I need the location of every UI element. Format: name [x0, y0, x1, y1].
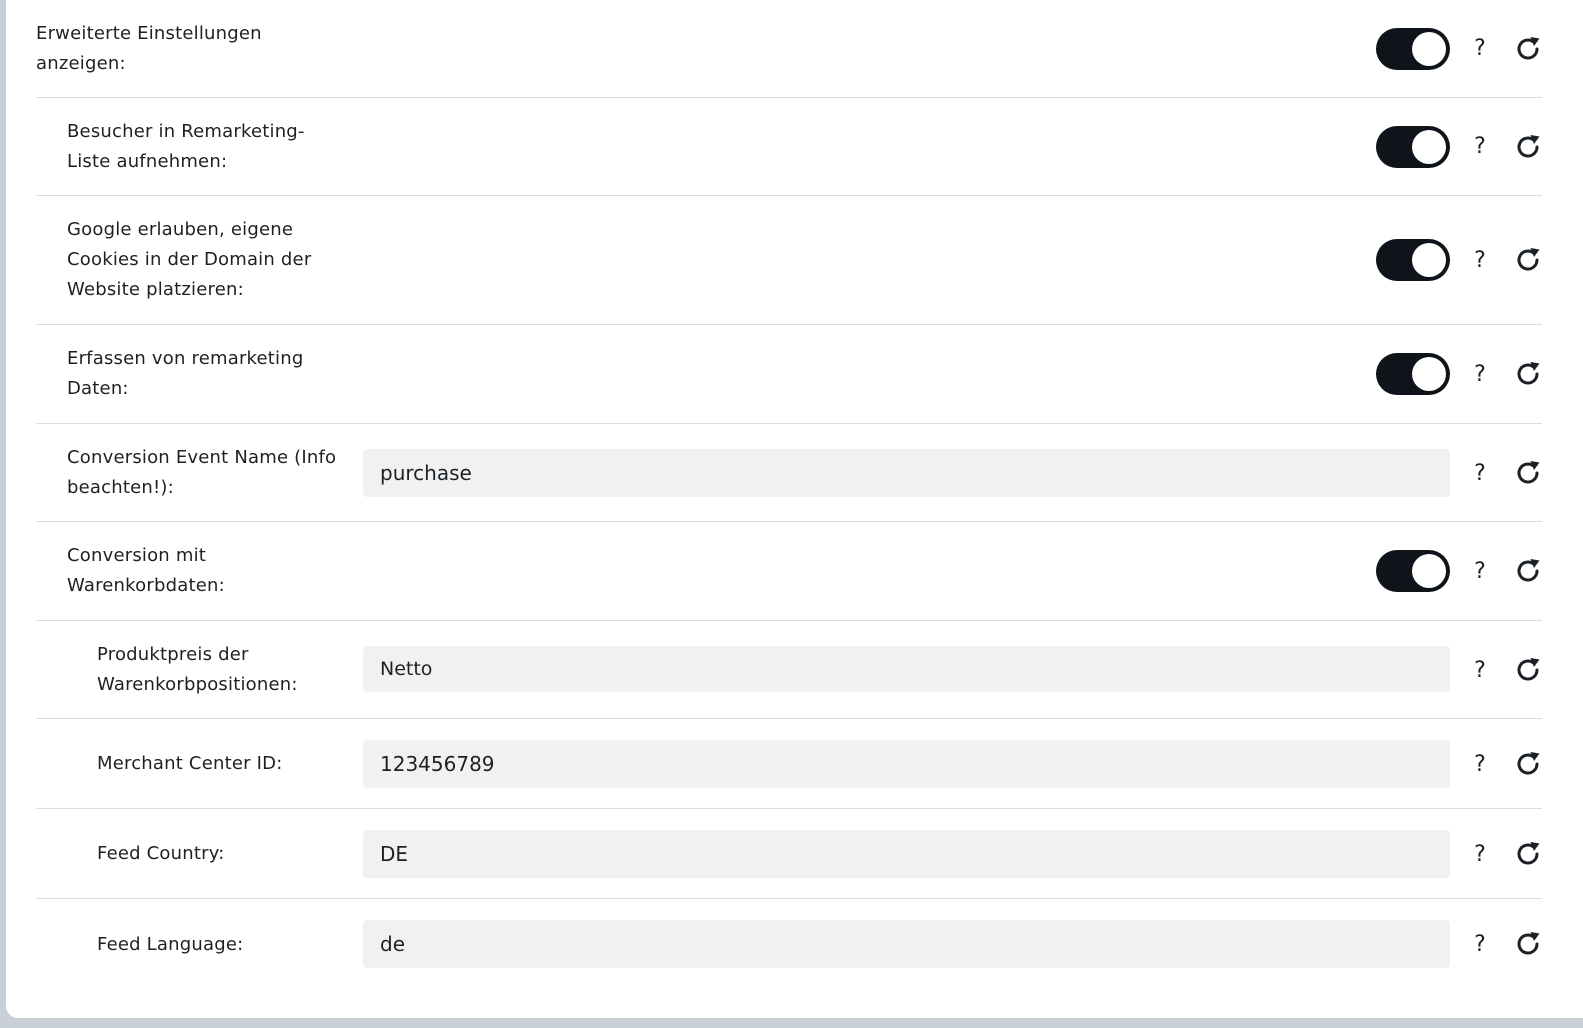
help-icon[interactable]: ? [1472, 362, 1488, 388]
setting-row-advanced-settings: Erweiterte Einstellungen anzeigen: ? [36, 0, 1542, 98]
remarketing-data-toggle[interactable] [1376, 353, 1450, 395]
setting-row-remarketing-data: Erfassen von remarketing Daten: ? [36, 325, 1542, 424]
reset-icon[interactable] [1514, 459, 1542, 487]
help-icon[interactable]: ? [1472, 752, 1488, 778]
reset-icon[interactable] [1514, 930, 1542, 958]
setting-row-google-cookies: Google erlauben, eigene Cookies in der D… [36, 196, 1542, 325]
setting-label: Merchant Center ID: [97, 752, 283, 774]
setting-row-remarketing-list: Besucher in Remarketing- Liste aufnehmen… [36, 98, 1542, 196]
help-icon[interactable]: ? [1472, 134, 1488, 160]
toggle-knob [1412, 130, 1446, 164]
setting-label: Conversion Event Name (Info beachten!): [67, 446, 337, 498]
merchant-center-id-input[interactable]: 123456789 [363, 740, 1450, 788]
setting-label: Besucher in Remarketing- Liste aufnehmen… [67, 120, 305, 172]
toggle-knob [1412, 32, 1446, 66]
conversion-cart-data-toggle[interactable] [1376, 550, 1450, 592]
help-icon[interactable]: ? [1472, 932, 1488, 958]
help-icon[interactable]: ? [1472, 248, 1488, 274]
setting-row-conversion-cart-data: Conversion mit Warenkorbdaten: ? [36, 522, 1542, 621]
feed-country-input[interactable]: DE [363, 830, 1450, 878]
toggle-knob [1412, 243, 1446, 277]
setting-label: Conversion mit Warenkorbdaten: [67, 545, 225, 596]
reset-icon[interactable] [1514, 840, 1542, 868]
toggle-knob [1412, 554, 1446, 588]
reset-icon[interactable] [1514, 557, 1542, 585]
toggle-knob [1412, 357, 1446, 391]
setting-label: Produktpreis der Warenkorbpositionen: [97, 643, 298, 695]
advanced-settings-toggle[interactable] [1376, 28, 1450, 70]
setting-row-feed-language: Feed Language: de ? [36, 899, 1542, 991]
google-cookies-toggle[interactable] [1376, 239, 1450, 281]
setting-row-product-price: Produktpreis der Warenkorbpositionen: Ne… [36, 621, 1542, 719]
setting-label: Erfassen von remarketing Daten: [67, 348, 304, 399]
feed-language-input[interactable]: de [363, 920, 1450, 968]
reset-icon[interactable] [1514, 133, 1542, 161]
help-icon[interactable]: ? [1472, 559, 1488, 585]
conversion-event-name-input[interactable]: purchase [363, 449, 1450, 497]
remarketing-list-toggle[interactable] [1376, 126, 1450, 168]
help-icon[interactable]: ? [1472, 658, 1488, 684]
reset-icon[interactable] [1514, 656, 1542, 684]
settings-panel: Erweiterte Einstellungen anzeigen: ? Bes… [6, 0, 1583, 1018]
setting-label: Feed Language: [97, 934, 244, 955]
product-price-select[interactable]: Netto [363, 646, 1450, 692]
reset-icon[interactable] [1514, 360, 1542, 388]
reset-icon[interactable] [1514, 35, 1542, 63]
help-icon[interactable]: ? [1472, 461, 1488, 487]
setting-row-conversion-event-name: Conversion Event Name (Info beachten!): … [36, 424, 1542, 522]
help-icon[interactable]: ? [1472, 842, 1488, 868]
reset-icon[interactable] [1514, 246, 1542, 274]
setting-label: Google erlauben, eigene Cookies in der D… [67, 219, 312, 300]
setting-row-feed-country: Feed Country: DE ? [36, 809, 1542, 899]
reset-icon[interactable] [1514, 750, 1542, 778]
setting-label: Feed Country: [97, 842, 225, 864]
setting-row-merchant-center-id: Merchant Center ID: 123456789 ? [36, 719, 1542, 809]
help-icon[interactable]: ? [1472, 36, 1488, 62]
settings-list: Erweiterte Einstellungen anzeigen: ? Bes… [36, 0, 1542, 991]
setting-label: Erweiterte Einstellungen anzeigen: [36, 22, 262, 74]
